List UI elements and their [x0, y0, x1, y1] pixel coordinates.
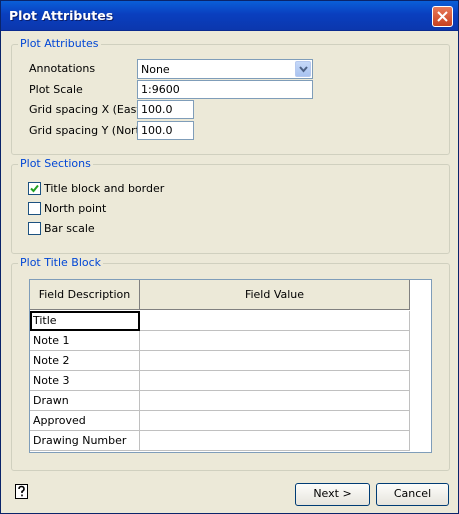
- close-icon: [437, 11, 448, 22]
- annotations-select[interactable]: None: [137, 59, 313, 79]
- field-value-cell[interactable]: [140, 311, 410, 331]
- column-header-field-description[interactable]: Field Description: [30, 280, 140, 310]
- field-description-cell[interactable]: Note 1: [30, 331, 140, 351]
- next-button[interactable]: Next >: [295, 483, 370, 506]
- field-value-cell[interactable]: [140, 431, 410, 451]
- cancel-button[interactable]: Cancel: [376, 483, 449, 506]
- field-description-cell[interactable]: Drawn: [30, 391, 140, 411]
- plot-scale-label: Plot Scale: [29, 83, 83, 96]
- field-description-cell[interactable]: Note 2: [30, 351, 140, 371]
- plot-attributes-dialog: Plot Attributes Plot Attributes Annotati…: [0, 0, 459, 514]
- window-title: Plot Attributes: [9, 8, 114, 23]
- grid-spacing-y-input[interactable]: 100.0: [137, 121, 194, 140]
- bar-scale-checkbox[interactable]: [28, 222, 41, 235]
- field-description-cell[interactable]: Drawing Number: [30, 431, 140, 451]
- north-point-label[interactable]: North point: [44, 202, 106, 215]
- grid-spacing-x-input[interactable]: 100.0: [137, 100, 194, 119]
- help-icon[interactable]: [15, 484, 29, 500]
- checkmark-icon: [30, 184, 39, 193]
- annotations-dropdown-button[interactable]: [295, 61, 311, 77]
- field-description-cell[interactable]: Title: [30, 311, 140, 331]
- chevron-down-icon: [299, 66, 308, 73]
- title-block-label[interactable]: Title block and border: [44, 182, 164, 195]
- field-value-cell[interactable]: [140, 351, 410, 371]
- group-label-plot-sections: Plot Sections: [18, 157, 93, 170]
- field-description-cell[interactable]: Approved: [30, 411, 140, 431]
- group-label-plot-title-block: Plot Title Block: [18, 256, 104, 269]
- field-description-cell[interactable]: Note 3: [30, 371, 140, 391]
- plot-scale-input[interactable]: 1:9600: [137, 80, 313, 99]
- field-value-cell[interactable]: [140, 331, 410, 351]
- title-block-checkbox[interactable]: [28, 182, 41, 195]
- grid-spacing-y-label: Grid spacing Y (North): [29, 124, 152, 137]
- field-value-cell[interactable]: [140, 411, 410, 431]
- field-value-cell[interactable]: [140, 371, 410, 391]
- grid-spacing-x-label: Grid spacing X (East): [29, 103, 145, 116]
- column-header-field-value[interactable]: Field Value: [140, 280, 410, 310]
- close-button[interactable]: [432, 6, 453, 27]
- annotations-value: None: [141, 63, 170, 76]
- north-point-checkbox[interactable]: [28, 202, 41, 215]
- annotations-label: Annotations: [29, 62, 96, 75]
- bar-scale-label[interactable]: Bar scale: [44, 222, 95, 235]
- title-block-table: Field Description Field Value Title Note…: [29, 279, 432, 453]
- group-label-plot-attributes: Plot Attributes: [18, 37, 101, 50]
- title-bar[interactable]: Plot Attributes: [1, 1, 458, 31]
- field-value-cell[interactable]: [140, 391, 410, 411]
- table-header: Field Description Field Value: [30, 280, 410, 310]
